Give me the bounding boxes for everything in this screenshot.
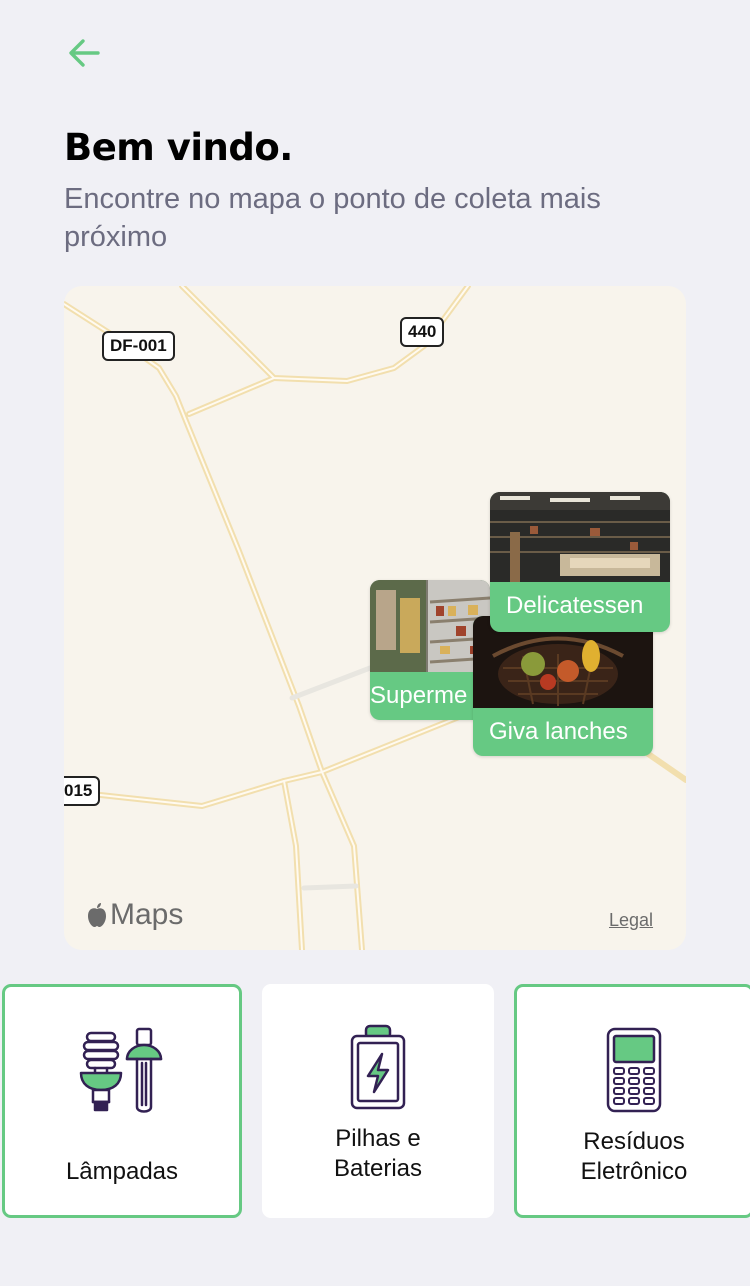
- apple-logo-icon: [88, 903, 106, 927]
- map-marker-supermarket[interactable]: Superme: [370, 580, 490, 720]
- road-shield: 440: [400, 317, 445, 347]
- battery-icon: [350, 1024, 406, 1110]
- back-arrow-icon[interactable]: [64, 36, 104, 70]
- marker-label: Giva lanches: [489, 718, 628, 745]
- category-label: Pilhas e Baterias: [333, 1125, 423, 1182]
- supermarket-shelves-photo: [370, 580, 490, 672]
- category-lamps[interactable]: Lâmpadas: [2, 984, 242, 1218]
- page-subtitle: Encontre no mapa o ponto de coleta mais …: [64, 183, 601, 253]
- road-shield: DF-001: [102, 331, 175, 361]
- category-batteries[interactable]: Pilhas e Baterias: [262, 984, 494, 1218]
- map-marker-delicatessen[interactable]: Delicatessen: [490, 492, 670, 632]
- maps-label: Maps: [110, 898, 184, 931]
- category-electronics[interactable]: Resíduos Eletrônico: [514, 984, 750, 1218]
- deli-counter-photo: [490, 492, 670, 582]
- page-title: Bem vindo.: [64, 126, 293, 169]
- map-marker-giva-lanches[interactable]: Giva lanches: [473, 616, 653, 756]
- category-label: Resíduos Eletrônico: [580, 1128, 688, 1185]
- map-view[interactable]: DF-001 440 015 Superme Giva lanches Deli…: [64, 286, 686, 950]
- road-shield: 015: [64, 776, 101, 806]
- maps-attribution: Maps: [86, 898, 183, 932]
- marker-label: Delicatessen: [506, 592, 644, 619]
- category-label: Lâmpadas: [65, 1158, 179, 1185]
- electronics-icon: [606, 1027, 662, 1113]
- marker-label: Superme: [370, 682, 468, 709]
- lamps-icon: [79, 1027, 163, 1113]
- legal-link[interactable]: Legal: [609, 910, 653, 931]
